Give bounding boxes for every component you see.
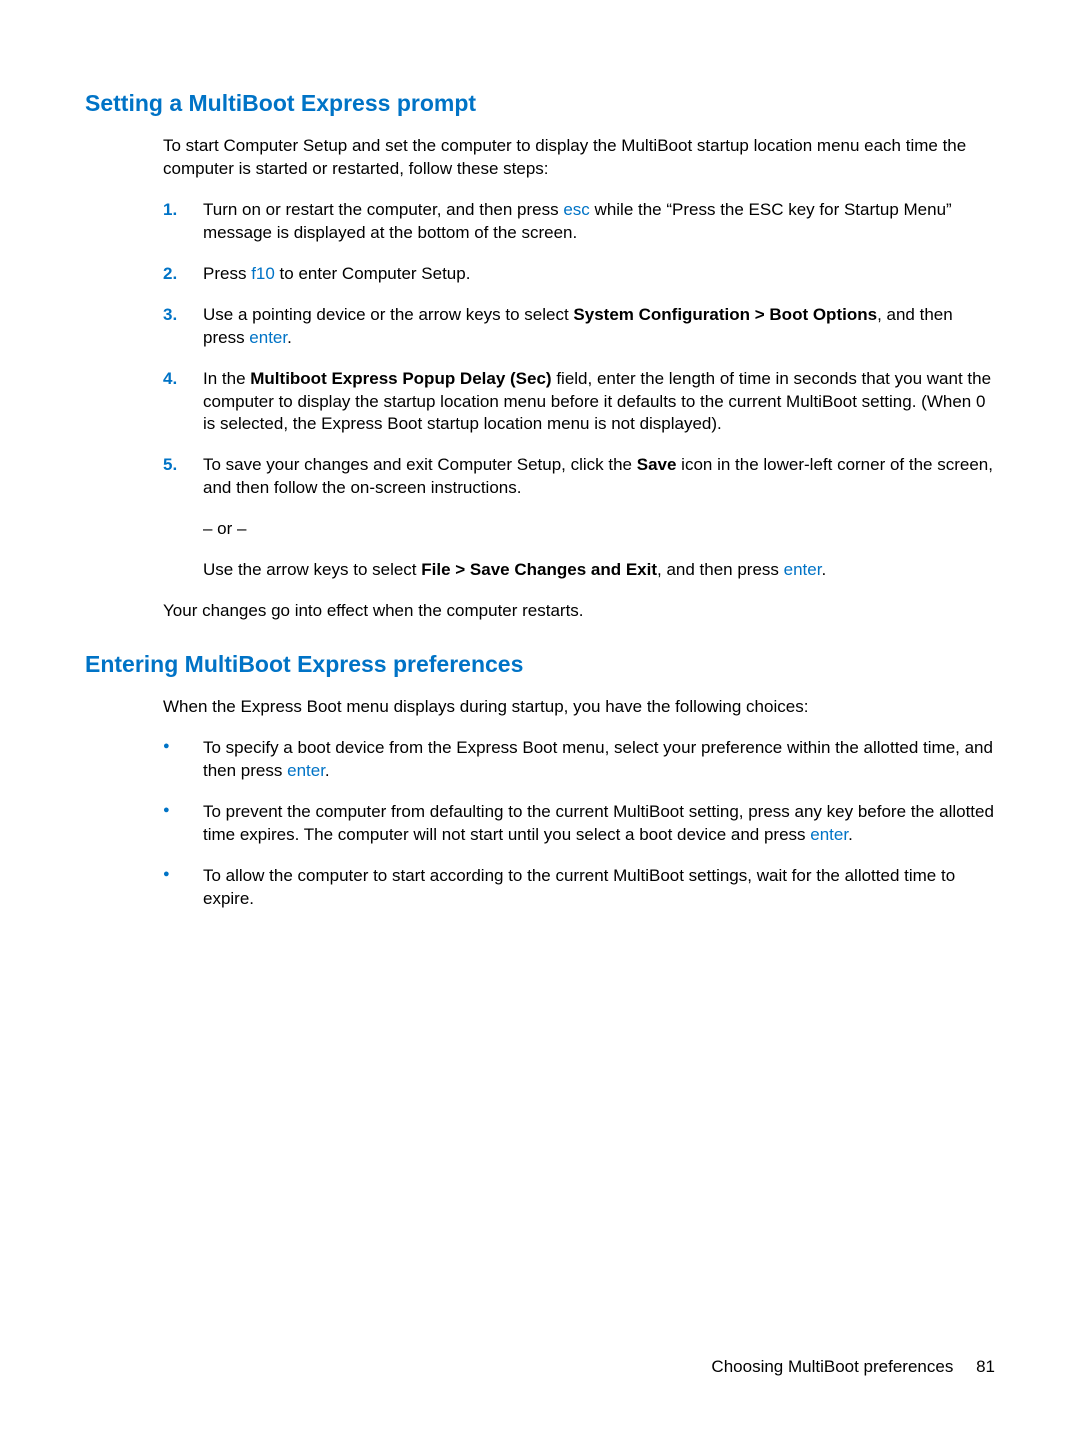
step-number: 2.	[163, 263, 177, 286]
step-body: Press f10 to enter Computer Setup.	[203, 263, 995, 286]
section-2-intro: When the Express Boot menu displays duri…	[163, 696, 995, 719]
section-2-bullets: To specify a boot device from the Expres…	[163, 737, 995, 911]
bullet-item: To specify a boot device from the Expres…	[163, 737, 995, 783]
footer-label: Choosing MultiBoot preferences	[711, 1357, 953, 1376]
step-item: 4. In the Multiboot Express Popup Delay (…	[163, 368, 995, 437]
text-run: To save your changes and exit Computer S…	[203, 455, 637, 474]
step-body: In the Multiboot Express Popup Delay (Se…	[203, 368, 995, 437]
step-number: 5.	[163, 454, 177, 477]
step-item: 5. To save your changes and exit Computer…	[163, 454, 995, 582]
bold-text: Save	[637, 455, 677, 474]
page-footer: Choosing MultiBoot preferences 81	[711, 1357, 995, 1377]
document-page: Setting a MultiBoot Express prompt To st…	[0, 0, 1080, 911]
step-sub: Use the arrow keys to select File > Save…	[203, 559, 995, 582]
text-run: To prevent the computer from defaulting …	[203, 802, 994, 844]
text-run: , and then press	[657, 560, 784, 579]
step-sub: – or –	[203, 518, 995, 541]
step-body: Turn on or restart the computer, and the…	[203, 199, 995, 245]
text-run: Use the arrow keys to select	[203, 560, 421, 579]
section-1-outro: Your changes go into effect when the com…	[163, 600, 995, 623]
section-1-steps: 1. Turn on or restart the computer, and t…	[163, 199, 995, 582]
bold-text: Multiboot Express Popup Delay (Sec)	[250, 369, 551, 388]
step-item: 3. Use a pointing device or the arrow key…	[163, 304, 995, 350]
section-1-heading: Setting a MultiBoot Express prompt	[85, 90, 995, 117]
key-text: enter	[784, 560, 822, 579]
step-number: 4.	[163, 368, 177, 391]
step-item: 2. Press f10 to enter Computer Setup.	[163, 263, 995, 286]
section-1-intro: To start Computer Setup and set the comp…	[163, 135, 995, 181]
step-number: 1.	[163, 199, 177, 222]
text-run: In the	[203, 369, 250, 388]
key-text: enter	[810, 825, 848, 844]
text-run: .	[325, 761, 330, 780]
step-number: 3.	[163, 304, 177, 327]
bullet-item: To prevent the computer from defaulting …	[163, 801, 995, 847]
text-run: To allow the computer to start according…	[203, 866, 955, 908]
step-item: 1. Turn on or restart the computer, and t…	[163, 199, 995, 245]
text-run: Press	[203, 264, 251, 283]
step-body: Use a pointing device or the arrow keys …	[203, 304, 995, 350]
bold-text: File > Save Changes and Exit	[421, 560, 657, 579]
text-run: Use a pointing device or the arrow keys …	[203, 305, 573, 324]
section-2-heading: Entering MultiBoot Express preferences	[85, 651, 995, 678]
key-text: enter	[287, 761, 325, 780]
text-run: .	[287, 328, 292, 347]
bold-text: System Configuration > Boot Options	[573, 305, 877, 324]
key-text: esc	[563, 200, 589, 219]
text-run: to enter Computer Setup.	[275, 264, 471, 283]
step-body: To save your changes and exit Computer S…	[203, 454, 995, 500]
text-run: .	[848, 825, 853, 844]
text-run: – or –	[203, 519, 246, 538]
key-text: f10	[251, 264, 275, 283]
bullet-item: To allow the computer to start according…	[163, 865, 995, 911]
key-text: enter	[249, 328, 287, 347]
text-run: .	[821, 560, 826, 579]
footer-page-number: 81	[976, 1357, 995, 1376]
text-run: Turn on or restart the computer, and the…	[203, 200, 563, 219]
